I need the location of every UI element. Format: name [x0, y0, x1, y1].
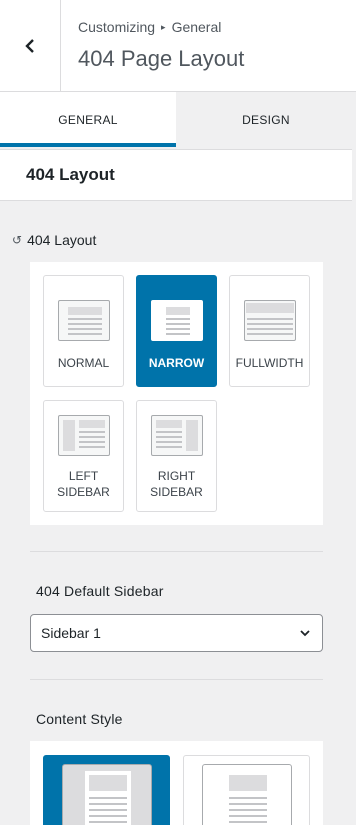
content-style-label: Content Style [36, 711, 123, 727]
divider [30, 679, 323, 680]
layout-right-sidebar-icon [150, 415, 203, 456]
layout-option-fullwidth[interactable]: FULLWIDTH [229, 275, 310, 387]
boxed-layout-icon [62, 764, 152, 825]
layout-fullwidth-icon [243, 300, 296, 341]
layout-option-label: NORMAL [57, 356, 110, 370]
layout-option-label: FULLWIDTH [235, 356, 304, 370]
layout-label-text: 404 Layout [27, 232, 97, 248]
unboxed-layout-icon [202, 764, 292, 825]
back-button[interactable] [0, 0, 61, 91]
tab-design[interactable]: DESIGN [176, 92, 356, 147]
layout-option-label: NARROW [148, 356, 205, 370]
breadcrumb-current: General [171, 19, 222, 35]
section-header: 404 Layout [0, 149, 356, 201]
layout-normal-icon [57, 300, 110, 341]
content-style-option-boxed[interactable] [43, 755, 170, 825]
scrollbar[interactable] [352, 149, 356, 825]
layout-option-label: LEFT SIDEBAR [57, 469, 110, 499]
select-value: Sidebar 1 [41, 625, 101, 641]
layout-option-narrow[interactable]: NARROW [136, 275, 217, 387]
chevron-down-icon [300, 630, 310, 637]
page-title: 404 Page Layout [78, 46, 245, 71]
customizer-header: Customizing ▸ General 404 Page Layout [0, 0, 356, 92]
default-sidebar-select[interactable]: Sidebar 1 [30, 614, 323, 652]
divider [30, 551, 323, 552]
reset-icon[interactable]: ↺ [12, 233, 22, 247]
layout-option-left-sidebar[interactable]: LEFT SIDEBAR [43, 400, 124, 512]
layout-left-sidebar-icon [57, 415, 110, 456]
breadcrumb: Customizing ▸ General [78, 19, 221, 35]
breadcrumb-root: Customizing [78, 19, 156, 35]
section-title: 404 Layout [26, 165, 115, 184]
content-style-option-unboxed[interactable] [183, 755, 310, 825]
layout-narrow-icon [150, 300, 203, 341]
content-style-panel [30, 741, 323, 825]
layout-option-label: RIGHT SIDEBAR [150, 469, 203, 499]
breadcrumb-separator-icon: ▸ [161, 21, 166, 32]
tab-general[interactable]: GENERAL [0, 92, 176, 147]
layout-options-panel: NORMAL NARROW FULLWIDTH LEFT SIDEBAR RIG… [30, 262, 323, 525]
layout-control-label: ↺ 404 Layout [12, 232, 96, 248]
layout-option-right-sidebar[interactable]: RIGHT SIDEBAR [136, 400, 217, 512]
chevron-left-icon [25, 38, 34, 53]
tab-bar: GENERAL DESIGN [0, 92, 356, 147]
default-sidebar-label: 404 Default Sidebar [36, 583, 164, 599]
layout-option-normal[interactable]: NORMAL [43, 275, 124, 387]
